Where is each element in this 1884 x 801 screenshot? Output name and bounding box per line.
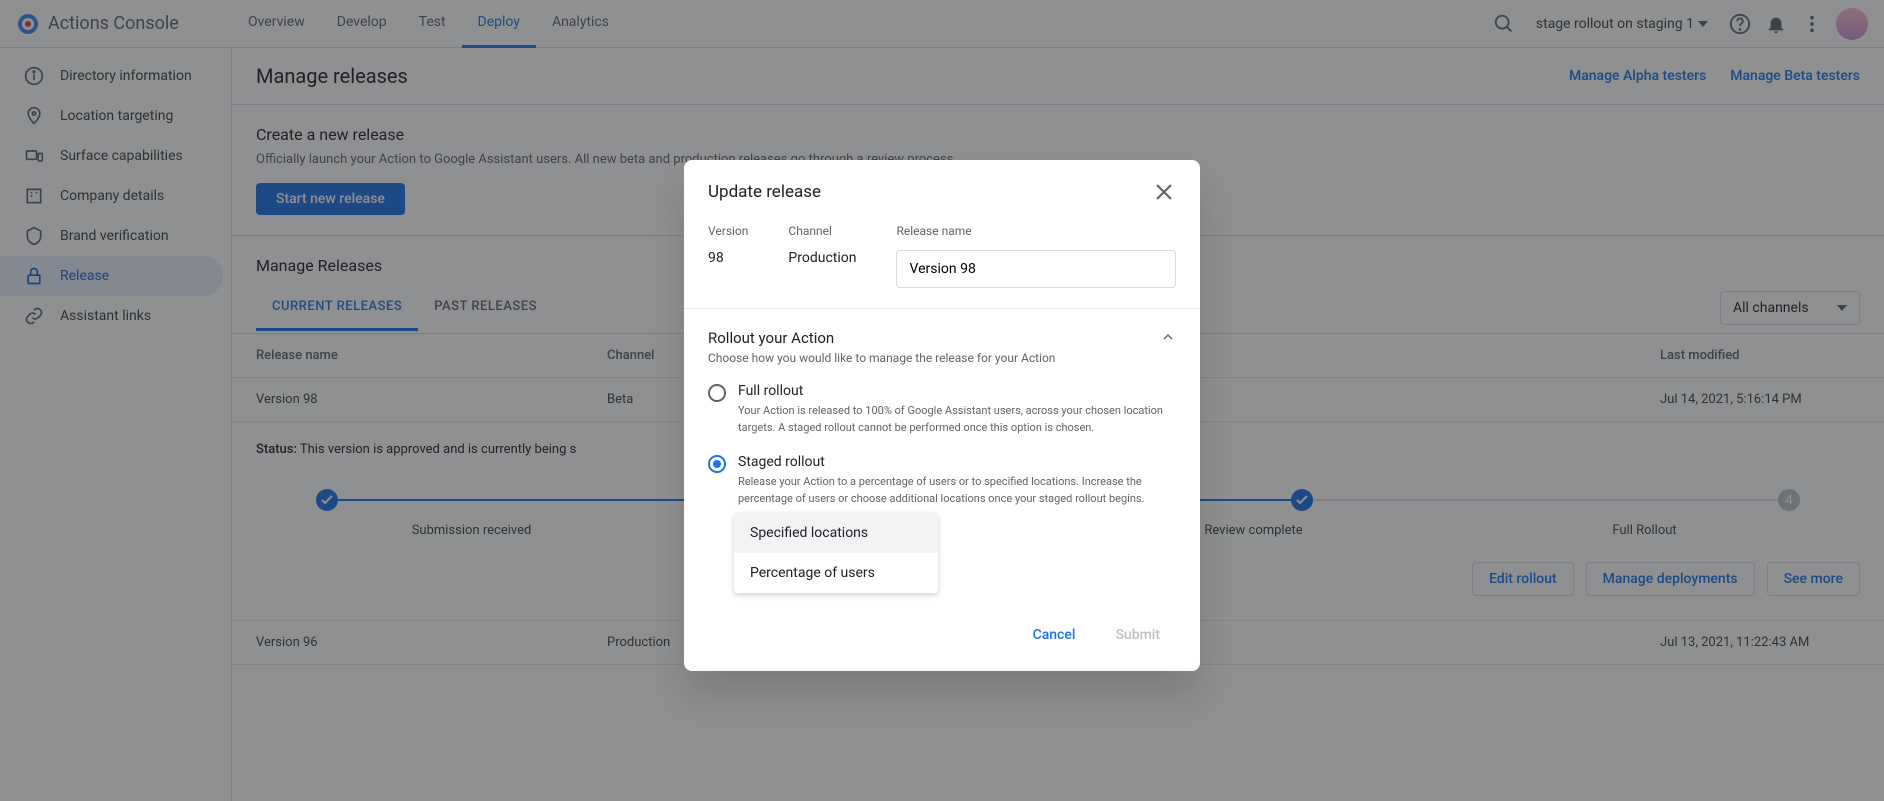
full-rollout-title: Full rollout xyxy=(738,383,1176,399)
cancel-button[interactable]: Cancel xyxy=(1017,619,1092,651)
dialog-title: Update release xyxy=(708,182,821,202)
full-rollout-desc: Your Action is released to 100% of Googl… xyxy=(738,403,1176,436)
full-rollout-option[interactable]: Full rollout Your Action is released to … xyxy=(708,383,1176,436)
version-value: 98 xyxy=(708,250,748,266)
rollout-title: Rollout your Action xyxy=(708,329,1055,347)
staged-rollout-desc: Release your Action to a percentage of u… xyxy=(738,474,1176,507)
staged-rollout-dropdown: Specified locations Percentage of users xyxy=(734,513,938,593)
staged-rollout-title: Staged rollout xyxy=(738,454,1176,470)
chevron-up-icon xyxy=(1160,329,1176,345)
submit-button: Submit xyxy=(1099,619,1176,651)
dropdown-item-percentage-users[interactable]: Percentage of users xyxy=(734,553,938,593)
rollout-desc: Choose how you would like to manage the … xyxy=(708,351,1055,365)
radio-icon xyxy=(708,455,726,473)
radio-icon xyxy=(708,384,726,402)
version-label: Version xyxy=(708,224,748,238)
close-icon[interactable] xyxy=(1152,180,1176,204)
staged-rollout-option[interactable]: Staged rollout Release your Action to a … xyxy=(708,454,1176,507)
dialog-scrim[interactable]: Update release Version 98 Channel Produc… xyxy=(0,0,1884,801)
channel-label: Channel xyxy=(788,224,856,238)
dropdown-item-specified-locations[interactable]: Specified locations xyxy=(734,513,938,553)
release-name-input[interactable] xyxy=(896,250,1176,288)
release-name-label: Release name xyxy=(896,224,1176,238)
channel-value: Production xyxy=(788,250,856,266)
update-release-dialog: Update release Version 98 Channel Produc… xyxy=(684,160,1200,671)
rollout-section-header[interactable]: Rollout your Action Choose how you would… xyxy=(708,329,1176,365)
